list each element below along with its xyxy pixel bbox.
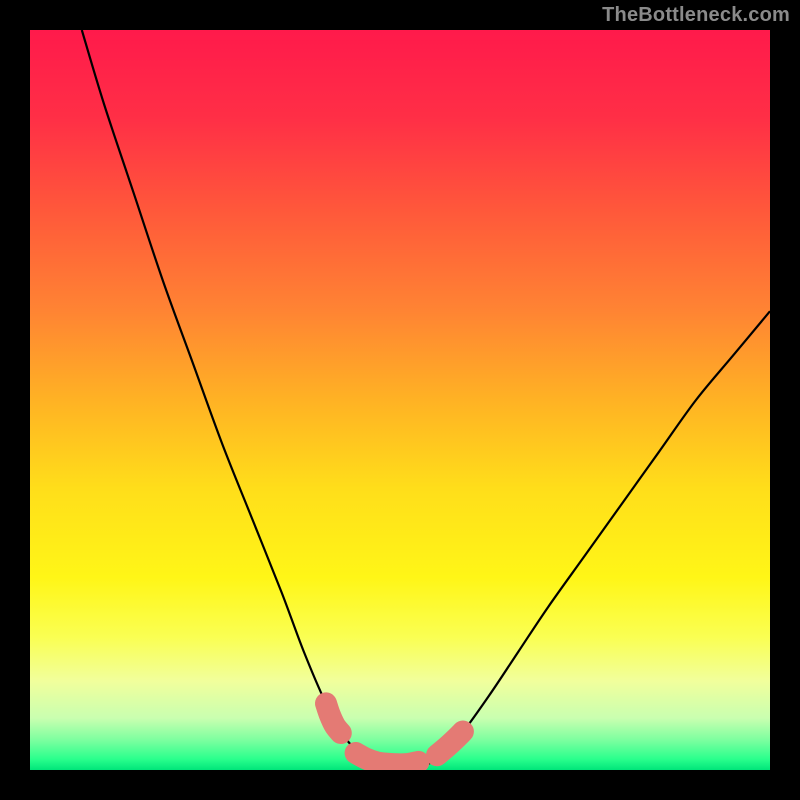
watermark-text: TheBottleneck.com (602, 4, 790, 27)
curve-layer (30, 30, 770, 770)
marker-segment (326, 703, 341, 733)
marker-segment (356, 753, 419, 764)
plot-area (30, 30, 770, 770)
highlighted-range-markers (326, 703, 463, 764)
bottleneck-curve (82, 30, 770, 770)
chart-frame: TheBottleneck.com (0, 0, 800, 800)
marker-segment (437, 732, 463, 756)
